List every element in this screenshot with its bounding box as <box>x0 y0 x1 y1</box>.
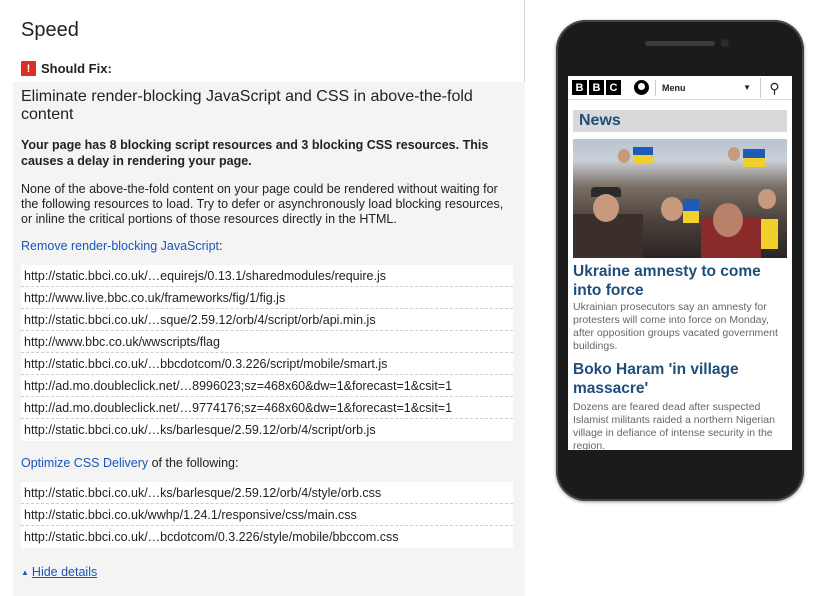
url-row: http://static.bbci.co.uk/…sque/2.59.12/o… <box>21 309 513 331</box>
speaker-grille <box>645 41 715 46</box>
hide-details-toggle[interactable]: ▲ Hide details <box>21 565 97 579</box>
rule-title: Eliminate render-blocking JavaScript and… <box>21 88 473 123</box>
css-heading: Optimize CSS Delivery of the following: <box>21 456 238 470</box>
flag-shape <box>633 147 653 155</box>
story-summary-1: Ukrainian prosecutors say an amnesty for… <box>573 301 778 352</box>
url-row: http://static.bbci.co.uk/wwhp/1.24.1/res… <box>21 504 513 526</box>
url-row: http://static.bbci.co.uk/…ks/barlesque/2… <box>21 482 513 504</box>
should-fix-heading: ! Should Fix: <box>21 61 112 76</box>
exclamation-icon: ! <box>21 61 36 76</box>
logo-letter: C <box>606 80 621 95</box>
story-headline-1[interactable]: Ukraine amnesty to come into force <box>573 262 787 300</box>
js-heading: Remove render-blocking JavaScript: <box>21 239 223 253</box>
rule-summary: Your page has 8 blocking script resource… <box>21 138 489 168</box>
account-icon[interactable] <box>634 80 649 95</box>
rule-description: None of the above-the-fold content on yo… <box>21 182 504 226</box>
logo-letter: B <box>589 80 604 95</box>
url-row: http://static.bbci.co.uk/…ks/barlesque/2… <box>24 423 376 437</box>
menu-label: Menu <box>662 83 686 93</box>
flag-shape <box>743 149 765 158</box>
menu-button[interactable]: Menu ▼ <box>655 80 755 96</box>
crowd-shape <box>713 203 743 237</box>
optimize-css-link[interactable]: Optimize CSS Delivery <box>21 456 148 470</box>
url-row: http://static.bbci.co.uk/…equirejs/0.13.… <box>21 265 513 287</box>
triangle-up-icon: ▲ <box>21 567 29 577</box>
flag-shape <box>633 155 653 163</box>
url-row: http://static.bbci.co.uk/…bcdotcom/0.3.2… <box>24 530 399 544</box>
phone-screen: B B C Menu ▼ ⚲ News Ukraine amnesty to c… <box>568 76 792 450</box>
url-row: http://ad.mo.doubleclick.net/…8996023;sz… <box>21 375 513 397</box>
flag-shape <box>683 211 699 223</box>
news-section-bar: News <box>573 110 787 132</box>
remove-blocking-js-link[interactable]: Remove render-blocking JavaScript <box>21 239 219 253</box>
caret-down-icon: ▼ <box>743 83 751 92</box>
results-panel: Speed ! Should Fix: Eliminate render-blo… <box>0 0 525 596</box>
story-summary-2: Dozens are feared dead after suspected I… <box>573 401 775 450</box>
protest-photo[interactable] <box>573 139 787 258</box>
section-title: Speed <box>21 19 79 41</box>
flag-shape <box>683 199 699 211</box>
hide-details-link[interactable]: Hide details <box>32 565 97 579</box>
story-headline-2[interactable]: Boko Haram 'in village massacre' <box>573 360 787 398</box>
search-icon[interactable]: ⚲ <box>760 78 788 98</box>
url-row: http://www.live.bbc.co.uk/frameworks/fig… <box>21 287 513 309</box>
url-row: http://static.bbci.co.uk/…bbcdotcom/0.3.… <box>21 353 513 375</box>
css-heading-suffix: of the following: <box>148 456 239 470</box>
news-label: News <box>579 112 621 129</box>
crowd-shape <box>661 197 683 221</box>
css-url-list: http://static.bbci.co.uk/…ks/barlesque/2… <box>21 482 513 548</box>
should-fix-label: Should Fix: <box>41 61 112 76</box>
crowd-shape <box>758 189 776 209</box>
crowd-shape <box>618 149 630 163</box>
phone-preview: B B C Menu ▼ ⚲ News Ukraine amnesty to c… <box>556 20 804 501</box>
url-row: http://ad.mo.doubleclick.net/…9774176;sz… <box>21 397 513 419</box>
flag-shape <box>743 158 765 167</box>
url-row: http://www.bbc.co.uk/wwscripts/flag <box>21 331 513 353</box>
js-heading-suffix: : <box>219 239 223 253</box>
flag-shape <box>758 219 778 249</box>
logo-letter: B <box>572 80 587 95</box>
crowd-shape <box>593 194 619 222</box>
rule-details: Eliminate render-blocking JavaScript and… <box>13 82 525 596</box>
bbc-header: B B C Menu ▼ ⚲ <box>568 76 792 100</box>
bbc-logo[interactable]: B B C <box>572 80 623 95</box>
crowd-shape <box>728 147 740 161</box>
camera-icon <box>721 39 729 47</box>
js-url-list: http://static.bbci.co.uk/…equirejs/0.13.… <box>21 265 513 441</box>
